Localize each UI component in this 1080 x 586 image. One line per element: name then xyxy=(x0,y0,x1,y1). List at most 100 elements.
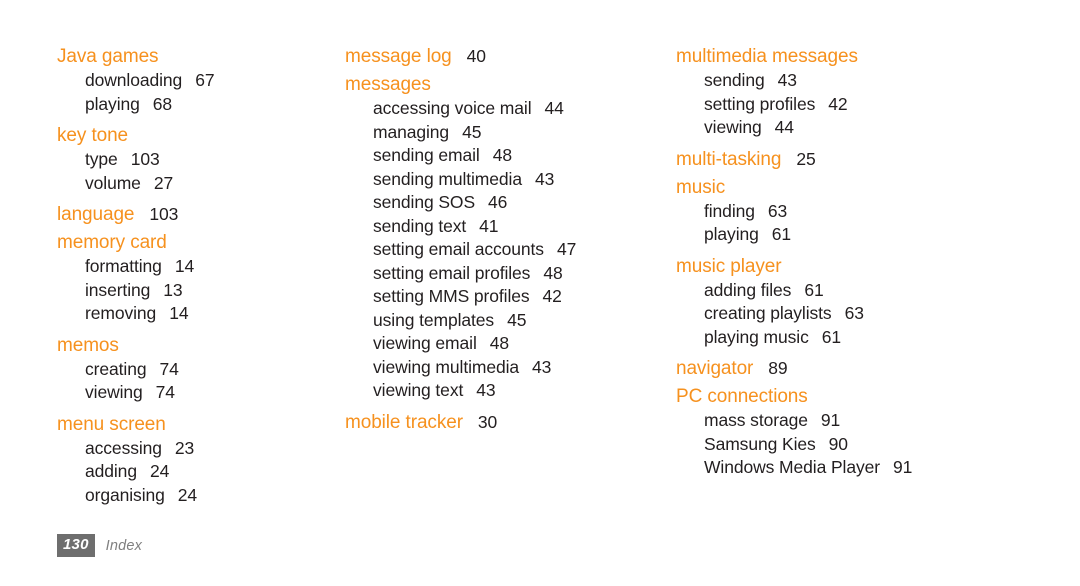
page-number-badge: 130 xyxy=(57,534,95,557)
index-subentry[interactable]: sending text 41 xyxy=(345,215,664,239)
index-subentry-label: creating xyxy=(85,358,147,379)
index-subentry-label: using templates xyxy=(373,309,495,330)
index-subentry[interactable]: finding 63 xyxy=(676,200,1080,224)
index-subentry[interactable]: type 103 xyxy=(57,148,334,172)
index-subentry[interactable]: Samsung Kies 90 xyxy=(676,433,1080,457)
index-heading-page-number: 30 xyxy=(477,411,498,432)
index-heading[interactable]: multi-tasking 25 xyxy=(676,147,1080,172)
index-heading-page-number: 103 xyxy=(149,204,179,224)
index-heading[interactable]: language 103 xyxy=(57,202,334,227)
index-heading[interactable]: key tone xyxy=(57,123,334,148)
index-subentry[interactable]: accessing 23 xyxy=(57,437,334,461)
index-subentry[interactable]: setting email profiles 48 xyxy=(345,262,664,286)
page-footer: 130 Index xyxy=(57,534,142,557)
index-subentry[interactable]: viewing email 48 xyxy=(345,332,664,356)
index-subentry[interactable]: managing 45 xyxy=(345,121,664,145)
index-subentry-page-number: 43 xyxy=(777,70,797,90)
index-heading[interactable]: music xyxy=(676,175,1080,200)
index-subentry-label: sending text xyxy=(373,215,467,236)
index-subentry[interactable]: playing music 61 xyxy=(676,326,1080,350)
index-subentry-page-number: 61 xyxy=(804,279,824,300)
index-subentry-label: playing xyxy=(85,93,140,114)
index-group: mobile tracker 30 xyxy=(345,410,664,435)
index-heading[interactable]: multimedia messages xyxy=(676,44,1080,69)
index-heading[interactable]: message log 40 xyxy=(345,44,664,69)
index-subentry[interactable]: formatting 14 xyxy=(57,255,334,279)
index-subentry[interactable]: removing 14 xyxy=(57,302,334,326)
index-group: messages accessing voice mail 44 managing 45… xyxy=(345,72,664,403)
index-group: language 103 xyxy=(57,202,334,227)
index-subentry-label: setting email profiles xyxy=(373,262,531,283)
index-subentry-page-number: 48 xyxy=(489,333,510,353)
index-subentry-label: playing xyxy=(704,224,759,244)
index-subentry[interactable]: viewing text 43 xyxy=(345,379,664,403)
index-subentry[interactable]: adding 24 xyxy=(57,460,334,484)
index-subentry-page-number: 61 xyxy=(821,326,841,347)
index-subentry-page-number: 91 xyxy=(820,410,841,430)
index-subentry[interactable]: setting MMS profiles 42 xyxy=(345,285,664,309)
index-subentry-page-number: 23 xyxy=(174,437,195,458)
index-heading-label: memory card xyxy=(57,232,167,253)
index-heading-page-number: 25 xyxy=(796,148,816,169)
index-subentry-page-number: 24 xyxy=(177,484,198,505)
index-heading[interactable]: music player xyxy=(676,254,1080,279)
index-subentry-label: setting email accounts xyxy=(373,239,544,259)
index-subentry-label: accessing xyxy=(85,437,162,458)
index-subentry[interactable]: playing 61 xyxy=(676,223,1080,247)
index-subentry[interactable]: mass storage 91 xyxy=(676,409,1080,433)
index-subentry[interactable]: inserting 13 xyxy=(57,279,334,303)
index-subentry[interactable]: downloading 67 xyxy=(57,69,334,93)
index-subentry[interactable]: sending multimedia 43 xyxy=(345,168,664,192)
index-subentry-page-number: 90 xyxy=(828,433,848,454)
index-subentry-label: adding files xyxy=(704,279,792,300)
index-heading-label: multi-tasking xyxy=(676,148,782,170)
index-subentry-label: Windows Media Player xyxy=(704,457,880,477)
index-heading[interactable]: messages xyxy=(345,72,664,97)
index-subentry[interactable]: sending 43 xyxy=(676,69,1080,93)
index-subentry[interactable]: sending SOS 46 xyxy=(345,191,664,215)
index-subentry-page-number: 43 xyxy=(476,380,496,400)
index-subentry[interactable]: organising 24 xyxy=(57,484,334,508)
index-subentry[interactable]: viewing 74 xyxy=(57,381,334,405)
index-subentry-label: viewing multimedia xyxy=(373,356,520,377)
index-subentry-page-number: 13 xyxy=(163,279,183,300)
index-subentry-page-number: 47 xyxy=(556,239,577,259)
index-heading[interactable]: menu screen xyxy=(57,412,334,437)
index-subentry-page-number: 14 xyxy=(169,303,189,323)
index-subentry-label: setting MMS profiles xyxy=(373,286,530,306)
index-heading[interactable]: PC connections xyxy=(676,384,1080,409)
index-subentry[interactable]: Windows Media Player 91 xyxy=(676,456,1080,480)
index-heading-page-number: 89 xyxy=(768,358,788,378)
index-subentry-page-number: 63 xyxy=(767,200,788,221)
index-subentry-page-number: 45 xyxy=(507,309,527,330)
index-subentry[interactable]: viewing multimedia 43 xyxy=(345,356,664,380)
index-subentry-page-number: 24 xyxy=(149,461,170,481)
index-subentry-page-number: 44 xyxy=(774,117,794,137)
index-subentry[interactable]: playing 68 xyxy=(57,93,334,117)
index-subentry[interactable]: viewing 44 xyxy=(676,116,1080,140)
index-heading[interactable]: mobile tracker 30 xyxy=(345,410,664,435)
index-subentry-label: finding xyxy=(704,200,755,221)
index-subentry[interactable]: creating 74 xyxy=(57,358,334,382)
index-heading[interactable]: memos xyxy=(57,333,334,358)
index-heading-label: PC connections xyxy=(676,386,808,407)
index-heading[interactable]: memory card xyxy=(57,230,334,255)
index-subentry[interactable]: adding files 61 xyxy=(676,279,1080,303)
index-subentry[interactable]: setting profiles 42 xyxy=(676,93,1080,117)
index-subentry-label: viewing text xyxy=(373,380,464,400)
index-subentry-page-number: 42 xyxy=(828,93,848,114)
index-heading[interactable]: navigator 89 xyxy=(676,356,1080,381)
index-subentry-label: playing music xyxy=(704,326,809,347)
index-subentry-label: mass storage xyxy=(704,410,808,430)
index-subentry[interactable]: volume 27 xyxy=(57,172,334,196)
index-heading[interactable]: Java games xyxy=(57,44,334,69)
index-subentry[interactable]: creating playlists 63 xyxy=(676,302,1080,326)
index-subentry[interactable]: accessing voice mail 44 xyxy=(345,97,664,121)
index-subentry-page-number: 41 xyxy=(479,215,499,236)
index-subentry-page-number: 63 xyxy=(844,303,864,323)
index-subentry[interactable]: setting email accounts 47 xyxy=(345,238,664,262)
index-subentry[interactable]: sending email 48 xyxy=(345,144,664,168)
index-subentry[interactable]: using templates 45 xyxy=(345,309,664,333)
index-subentry-label: removing xyxy=(85,303,157,323)
index-group: memory card formatting 14 inserting 13 removi… xyxy=(57,230,334,326)
